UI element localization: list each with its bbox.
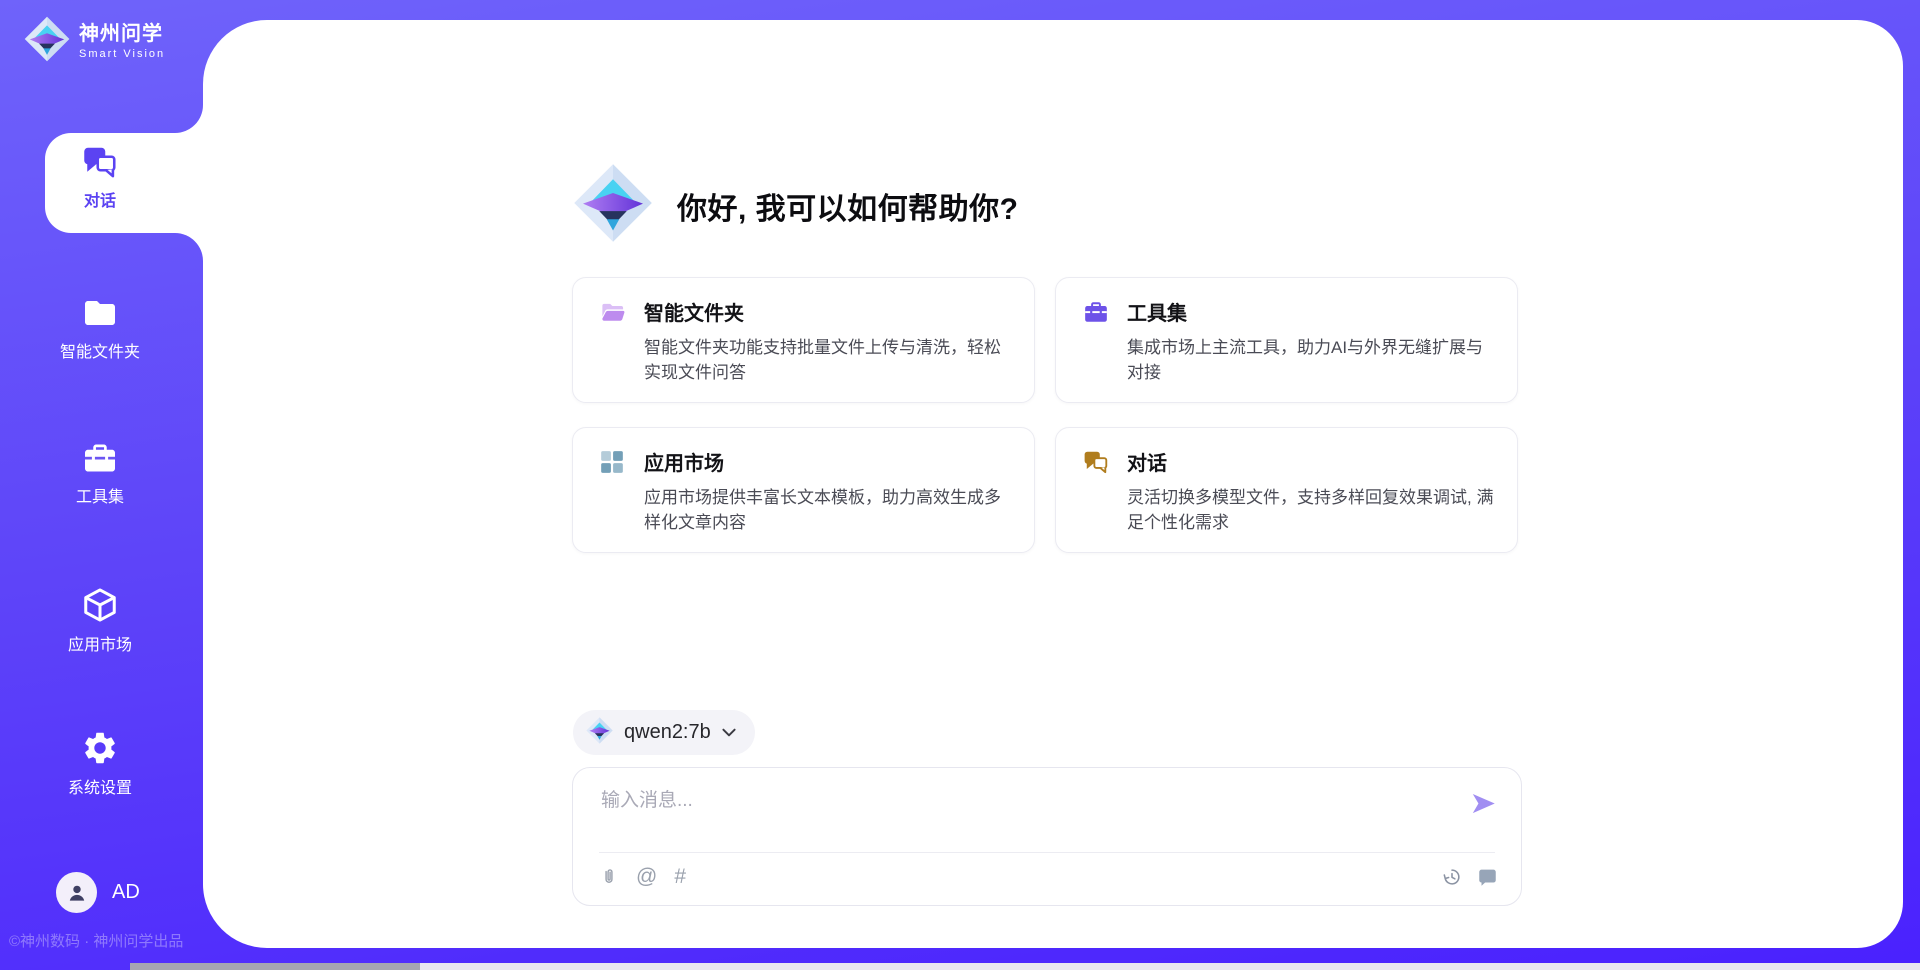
- message-composer: @ #: [572, 767, 1522, 906]
- app-window: 神州问学 Smart Vision 对话: [0, 0, 1920, 970]
- composer-divider: [599, 852, 1495, 853]
- card-description: 灵活切换多模型文件，支持多样回复效果调试, 满足个性化需求: [1127, 485, 1495, 535]
- scrollbar-thumb[interactable]: [130, 963, 420, 970]
- sidebar-item-smart-folder[interactable]: 智能文件夹: [30, 295, 170, 362]
- horizontal-scrollbar[interactable]: [130, 963, 1920, 970]
- at-icon: @: [636, 865, 657, 888]
- sidebar-item-label: 系统设置: [68, 774, 132, 798]
- mention-button[interactable]: @: [636, 866, 657, 888]
- hash-icon: #: [674, 865, 686, 888]
- card-title: 应用市场: [644, 447, 1012, 476]
- briefcase-icon: [81, 440, 119, 476]
- sidebar: 神州问学 Smart Vision 对话: [0, 0, 203, 970]
- copyright-text: ©神州数码 · 神州问学出品: [9, 930, 183, 951]
- paperclip-icon: [599, 865, 619, 889]
- sidebar-item-toolset[interactable]: 工具集: [30, 440, 170, 507]
- folder-icon: [81, 295, 119, 331]
- cube-icon: [81, 586, 119, 624]
- user-name: AD: [112, 881, 140, 904]
- sidebar-item-app-market[interactable]: 应用市场: [30, 586, 170, 655]
- card-title: 工具集: [1127, 297, 1495, 326]
- send-icon: [1470, 790, 1497, 817]
- card-smart-folder[interactable]: 智能文件夹 智能文件夹功能支持批量文件上传与清洗，轻松实现文件问答: [572, 277, 1035, 403]
- chat-icon: [81, 144, 119, 180]
- sidebar-item-label: 应用市场: [68, 631, 132, 655]
- message-input[interactable]: [601, 785, 1449, 843]
- message-square-icon: [1476, 866, 1499, 888]
- model-logo-icon: [586, 717, 613, 749]
- app-name: 神州问学: [79, 23, 165, 46]
- send-button[interactable]: [1470, 790, 1497, 817]
- card-chat[interactable]: 对话 灵活切换多模型文件，支持多样回复效果调试, 满足个性化需求: [1055, 427, 1518, 553]
- sidebar-item-label: 对话: [84, 187, 116, 211]
- chevron-down-icon: [722, 724, 736, 742]
- chat-icon: [1082, 447, 1110, 552]
- sidebar-item-settings[interactable]: 系统设置: [30, 729, 170, 798]
- tab-corner-top: [175, 105, 203, 133]
- attach-button[interactable]: [599, 865, 619, 889]
- feature-cards: 智能文件夹 智能文件夹功能支持批量文件上传与清洗，轻松实现文件问答 工具集 集成…: [572, 277, 1518, 553]
- greeting-title: 你好, 我可以如何帮助你?: [677, 184, 1019, 228]
- app-logo: 神州问学 Smart Vision: [24, 16, 165, 67]
- card-app-market[interactable]: 应用市场 应用市场提供丰富长文本模板，助力高效生成多样化文章内容: [572, 427, 1035, 553]
- history-button[interactable]: [1441, 866, 1463, 888]
- card-description: 集成市场上主流工具，助力AI与外界无缝扩展与对接: [1127, 335, 1495, 385]
- sidebar-item-label: 智能文件夹: [60, 338, 140, 362]
- history-icon: [1441, 866, 1463, 888]
- sidebar-item-chat[interactable]: 对话: [30, 144, 170, 211]
- gear-icon: [81, 729, 119, 767]
- feedback-button[interactable]: [1476, 866, 1499, 888]
- brand-diamond-icon: [24, 16, 70, 67]
- brand-diamond-icon: [573, 163, 653, 248]
- toolbar-right-group: [1441, 866, 1499, 888]
- model-name: qwen2:7b: [624, 721, 711, 744]
- card-description: 智能文件夹功能支持批量文件上传与清洗，轻松实现文件问答: [644, 335, 1012, 385]
- card-toolset[interactable]: 工具集 集成市场上主流工具，助力AI与外界无缝扩展与对接: [1055, 277, 1518, 403]
- card-description: 应用市场提供丰富长文本模板，助力高效生成多样化文章内容: [644, 485, 1012, 535]
- topic-button[interactable]: #: [674, 866, 686, 888]
- greeting-block: 你好, 我可以如何帮助你?: [573, 163, 1019, 248]
- model-selector[interactable]: qwen2:7b: [573, 710, 755, 755]
- grid-icon: [599, 447, 627, 552]
- briefcase-icon: [1082, 297, 1110, 402]
- folder-open-icon: [599, 297, 627, 402]
- user-profile[interactable]: AD: [56, 872, 140, 913]
- composer-toolbar: @ #: [599, 865, 1499, 889]
- sidebar-item-label: 工具集: [76, 483, 124, 507]
- avatar: [56, 872, 97, 913]
- tab-corner-bottom: [175, 233, 203, 261]
- card-title: 对话: [1127, 447, 1495, 476]
- card-title: 智能文件夹: [644, 297, 1012, 326]
- app-subtitle: Smart Vision: [79, 48, 165, 60]
